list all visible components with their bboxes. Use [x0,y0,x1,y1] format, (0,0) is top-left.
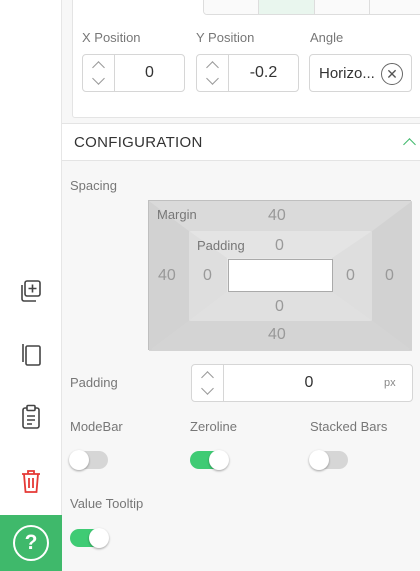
help-button[interactable]: ? [0,515,62,571]
stepper-arrows[interactable] [197,55,229,91]
margin-bottom-value[interactable]: 40 [268,326,286,344]
stepper-arrows[interactable] [83,55,115,91]
margin-right-value[interactable]: 0 [385,267,394,285]
toggle-knob [309,450,329,470]
stacked-bars-toggle[interactable] [309,450,348,470]
y-position-label: Y Position [196,30,255,45]
stacked-bars-label: Stacked Bars [310,419,388,434]
padding-bottom-value[interactable]: 0 [275,298,284,316]
spacing-label: Spacing [70,178,117,193]
value-tooltip-toggle[interactable] [70,528,109,548]
zeroline-toggle[interactable] [190,450,229,470]
alignment-option-active[interactable] [259,0,315,14]
padding-value[interactable]: 0 [224,374,384,392]
spacing-box-model: Margin 40 40 40 0 Padding 0 0 0 0 [148,200,412,351]
padding-box: Padding 0 0 0 0 [189,231,372,321]
trash-icon[interactable] [14,464,48,498]
configuration-section-header[interactable]: CONFIGURATION [62,123,420,161]
y-position-value[interactable]: -0.2 [229,64,298,82]
position-card: X Position 0 Y Position -0.2 Angle Horiz… [72,0,420,118]
stepper-arrows[interactable] [192,365,224,401]
section-title: CONFIGURATION [74,133,203,151]
angle-value: Horizo... [319,64,375,82]
alignment-segmented-control [203,0,420,15]
chevron-up-icon[interactable] [403,138,416,151]
padding-top-value[interactable]: 0 [275,237,284,255]
modebar-label: ModeBar [70,419,123,434]
alignment-option[interactable] [369,0,420,14]
angle-label: Angle [310,30,344,45]
zeroline-label: Zeroline [190,419,237,434]
clipboard-icon[interactable] [14,400,48,434]
properties-panel: X Position 0 Y Position -0.2 Angle Horiz… [62,0,420,571]
padding-stepper[interactable]: 0 px [191,364,413,402]
toggle-knob [69,450,89,470]
chevron-down-icon[interactable] [206,72,219,85]
chevron-down-icon[interactable] [201,382,214,395]
alignment-option[interactable] [204,0,260,14]
modebar-toggle[interactable] [69,450,108,470]
content-box [228,259,333,292]
chevron-down-icon[interactable] [92,72,105,85]
left-toolbar: ? [0,0,62,571]
angle-select[interactable]: Horizo... ✕ [309,54,412,92]
x-position-label: X Position [82,30,141,45]
help-icon: ? [13,525,49,561]
toggle-knob [89,528,109,548]
value-tooltip-label: Value Tooltip [70,496,144,511]
padding-unit: px [384,377,396,389]
x-position-stepper[interactable]: 0 [82,54,185,92]
margin-label: Margin [157,207,197,222]
y-position-stepper[interactable]: -0.2 [196,54,299,92]
copy-icon[interactable] [14,337,48,371]
clear-icon[interactable]: ✕ [381,63,403,85]
padding-box-label: Padding [197,238,245,253]
margin-top-value[interactable]: 40 [268,207,286,225]
padding-left-value[interactable]: 0 [203,267,212,285]
x-position-value[interactable]: 0 [115,64,184,82]
padding-label: Padding [70,375,118,390]
padding-right-value[interactable]: 0 [346,267,355,285]
toggle-knob [209,450,229,470]
alignment-option[interactable] [314,0,370,14]
add-to-group-icon[interactable] [14,274,48,308]
margin-left-value[interactable]: 40 [158,267,176,285]
